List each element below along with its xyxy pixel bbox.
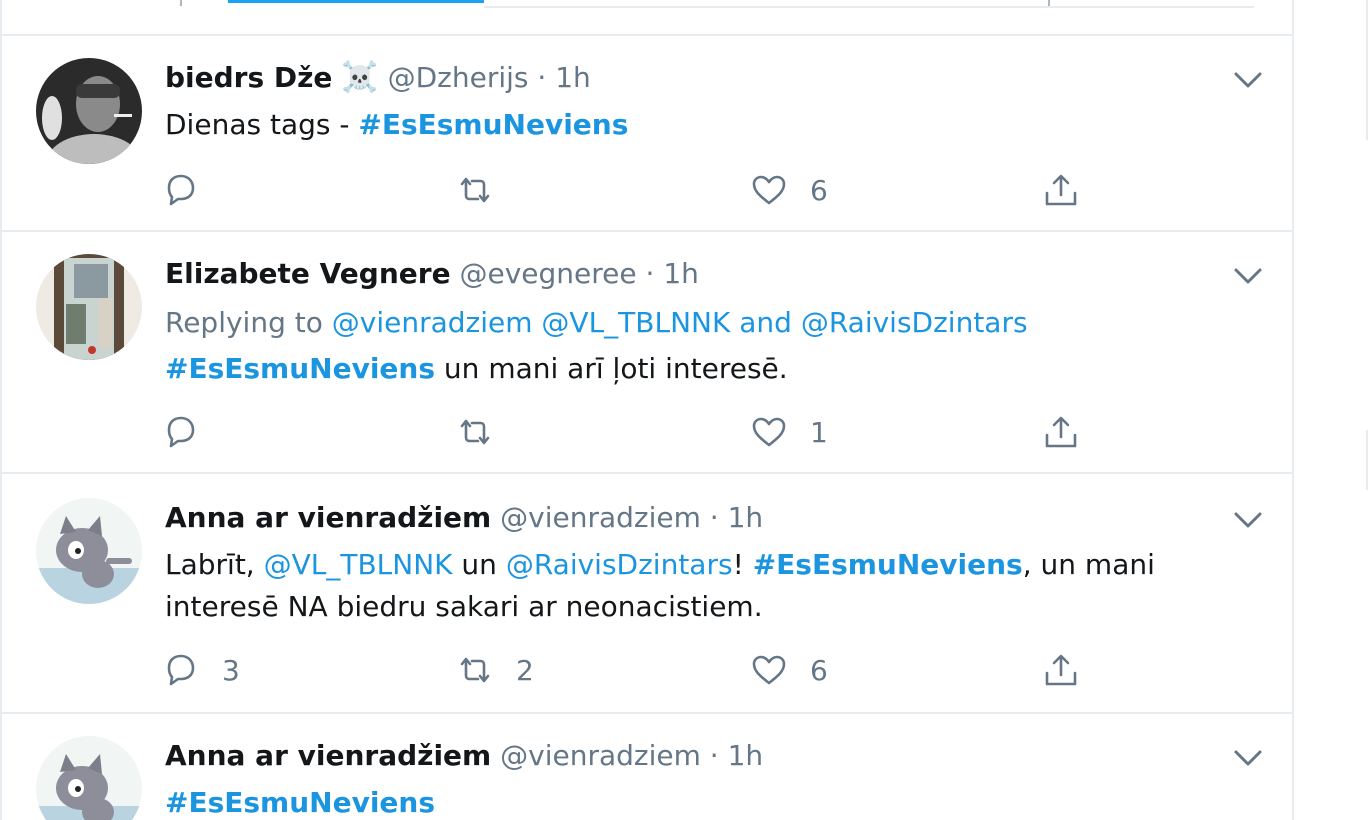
like-icon bbox=[752, 655, 786, 685]
mention-link[interactable]: @VL_TBLNNK bbox=[264, 548, 453, 581]
tweet-actions: 1 bbox=[162, 410, 1102, 454]
display-name[interactable]: biedrs Dže bbox=[165, 61, 332, 94]
skull-emoji: ☠️ bbox=[341, 60, 379, 95]
tick bbox=[180, 0, 182, 6]
reply-button[interactable]: 3 bbox=[162, 648, 240, 692]
avatar-photo bbox=[36, 254, 142, 360]
tweet[interactable]: biedrs Dže ☠️ @Dzherijs · 1h Dienas tags… bbox=[2, 36, 1292, 232]
timestamp[interactable]: 1h bbox=[728, 739, 764, 772]
display-name[interactable]: Elizabete Vegnere bbox=[165, 257, 451, 290]
avatar-photo bbox=[36, 736, 142, 820]
separator: · bbox=[700, 501, 728, 534]
reply-count: 3 bbox=[222, 653, 240, 687]
separator: · bbox=[528, 61, 556, 94]
share-icon bbox=[1045, 416, 1077, 448]
retweet-count: 2 bbox=[516, 653, 534, 687]
chevron-down-icon[interactable] bbox=[1232, 748, 1264, 770]
retweet-icon bbox=[460, 657, 490, 683]
retweet-icon bbox=[460, 177, 490, 203]
separator: · bbox=[700, 739, 728, 772]
mention-link[interactable]: @RaivisDzintars bbox=[801, 306, 1028, 339]
user-handle[interactable]: @Dzherijs bbox=[388, 61, 529, 94]
timestamp[interactable]: 1h bbox=[728, 501, 764, 534]
tweet[interactable]: Elizabete Vegnere @evegneree · 1h Replyi… bbox=[2, 232, 1292, 474]
avatar[interactable] bbox=[36, 254, 142, 360]
avatar-photo bbox=[36, 498, 142, 604]
retweet-button[interactable] bbox=[456, 168, 516, 212]
chevron-down-icon[interactable] bbox=[1232, 510, 1264, 532]
reply-icon bbox=[167, 416, 195, 448]
right-rail-divider bbox=[1366, 430, 1368, 490]
tweet-actions: 3 2 6 bbox=[162, 648, 1102, 692]
like-count: 6 bbox=[810, 173, 828, 207]
like-button[interactable]: 6 bbox=[750, 168, 828, 212]
reply-icon bbox=[167, 654, 195, 686]
reply-button[interactable] bbox=[162, 168, 222, 212]
hashtag-link[interactable]: #EsEsmuNeviens bbox=[358, 108, 628, 141]
like-button[interactable]: 1 bbox=[750, 410, 828, 454]
mention-link[interactable]: @vienradziem bbox=[332, 306, 533, 339]
timeline: biedrs Dže ☠️ @Dzherijs · 1h Dienas tags… bbox=[0, 0, 1294, 820]
like-icon bbox=[752, 175, 786, 205]
right-rail-divider bbox=[1366, 0, 1368, 140]
divider bbox=[484, 6, 1254, 8]
share-icon bbox=[1045, 654, 1077, 686]
tweet[interactable]: Anna ar vienradžiem @vienradziem · 1h La… bbox=[2, 474, 1292, 714]
avatar[interactable] bbox=[36, 736, 142, 820]
display-name[interactable]: Anna ar vienradžiem bbox=[165, 739, 491, 772]
tweet-actions: 6 bbox=[162, 168, 1102, 212]
active-tab-indicator bbox=[228, 0, 484, 3]
avatar-photo bbox=[36, 58, 142, 164]
retweet-button[interactable] bbox=[456, 410, 516, 454]
retweet-icon bbox=[460, 419, 490, 445]
timestamp[interactable]: 1h bbox=[555, 61, 591, 94]
chevron-down-icon[interactable] bbox=[1232, 70, 1264, 92]
mention-link[interactable]: @RaivisDzintars bbox=[506, 548, 733, 581]
previous-tweet-actions-partial bbox=[2, 0, 1292, 36]
user-handle[interactable]: @vienradziem bbox=[500, 501, 701, 534]
replying-to: Replying to @vienradziem @VL_TBLNNK and … bbox=[165, 306, 1028, 339]
tweet-header: Elizabete Vegnere @evegneree · 1h bbox=[165, 254, 699, 294]
tweet-text: Labrīt, @VL_TBLNNK un @RaivisDzintars! #… bbox=[165, 548, 1155, 623]
tweet-text: Dienas tags - #EsEsmuNeviens bbox=[165, 108, 629, 141]
display-name[interactable]: Anna ar vienradžiem bbox=[165, 501, 491, 534]
like-count: 1 bbox=[810, 415, 828, 449]
reply-icon bbox=[167, 174, 195, 206]
share-button[interactable] bbox=[1042, 648, 1080, 692]
like-count: 6 bbox=[810, 653, 828, 687]
hashtag-link[interactable]: #EsEsmuNeviens bbox=[753, 548, 1023, 581]
tweet[interactable]: Anna ar vienradžiem @vienradziem · 1h #E… bbox=[2, 714, 1292, 820]
like-button[interactable]: 6 bbox=[750, 648, 828, 692]
tweet-text: #EsEsmuNeviens un mani arī ļoti interesē… bbox=[165, 352, 788, 385]
retweet-button[interactable]: 2 bbox=[456, 648, 534, 692]
separator: · bbox=[636, 257, 664, 290]
hashtag-link[interactable]: #EsEsmuNeviens bbox=[165, 786, 435, 819]
user-handle[interactable]: @vienradziem bbox=[500, 739, 701, 772]
timestamp[interactable]: 1h bbox=[663, 257, 699, 290]
mention-link[interactable]: @VL_TBLNNK bbox=[541, 306, 730, 339]
reply-button[interactable] bbox=[162, 410, 222, 454]
avatar[interactable] bbox=[36, 498, 142, 604]
tweet-header: biedrs Dže ☠️ @Dzherijs · 1h bbox=[165, 58, 591, 98]
share-button[interactable] bbox=[1042, 168, 1080, 212]
user-handle[interactable]: @evegneree bbox=[459, 257, 636, 290]
tweet-header: Anna ar vienradžiem @vienradziem · 1h bbox=[165, 498, 763, 538]
tick bbox=[1048, 0, 1050, 6]
like-icon bbox=[752, 417, 786, 447]
share-button[interactable] bbox=[1042, 410, 1080, 454]
share-icon bbox=[1045, 174, 1077, 206]
hashtag-link[interactable]: #EsEsmuNeviens bbox=[165, 352, 435, 385]
chevron-down-icon[interactable] bbox=[1232, 266, 1264, 288]
avatar[interactable] bbox=[36, 58, 142, 164]
tweet-header: Anna ar vienradžiem @vienradziem · 1h bbox=[165, 736, 763, 776]
tweet-text: #EsEsmuNeviens bbox=[165, 782, 1185, 820]
